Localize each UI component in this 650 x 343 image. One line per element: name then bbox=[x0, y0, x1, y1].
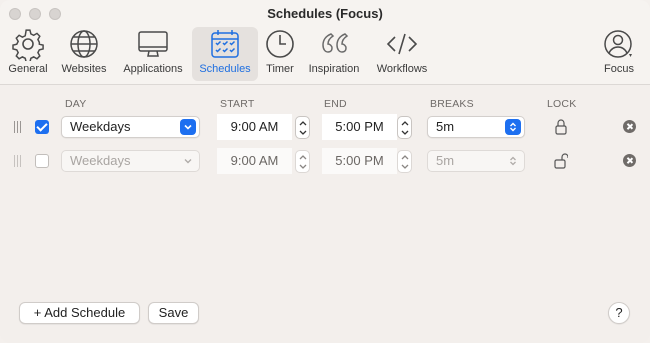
column-header-day: DAY bbox=[65, 98, 87, 110]
quote-icon bbox=[322, 33, 349, 53]
day-select[interactable]: Weekdays bbox=[61, 150, 200, 172]
tab-general-label: General bbox=[8, 63, 48, 75]
drag-handle-icon[interactable] bbox=[14, 121, 22, 133]
save-button[interactable]: Save bbox=[148, 302, 199, 324]
schedule-enabled-checkbox[interactable] bbox=[35, 154, 49, 168]
breaks-select-value: 5m bbox=[436, 153, 455, 168]
tab-applications-label: Applications bbox=[123, 63, 183, 75]
schedule-row: Weekdays 9:00 AM 5:00 PM 5m bbox=[0, 148, 650, 174]
calendar-icon bbox=[211, 30, 239, 58]
monitor-icon bbox=[138, 31, 168, 57]
breaks-select-value: 5m bbox=[436, 119, 455, 134]
lock-icon[interactable] bbox=[554, 118, 568, 136]
tab-websites[interactable]: Websites bbox=[57, 27, 111, 81]
breaks-select[interactable]: 5m bbox=[427, 116, 525, 138]
start-time-stepper[interactable] bbox=[295, 150, 310, 173]
tab-inspiration-label: Inspiration bbox=[308, 63, 360, 75]
preferences-window: Schedules (Focus) General Websites Appli… bbox=[0, 0, 650, 343]
day-select-value: Weekdays bbox=[70, 153, 131, 168]
start-time-field[interactable]: 9:00 AM bbox=[217, 148, 292, 174]
globe-icon bbox=[70, 30, 98, 58]
column-header-lock: LOCK bbox=[547, 98, 577, 110]
end-time-stepper[interactable] bbox=[397, 116, 412, 139]
chevron-down-icon bbox=[180, 119, 196, 135]
column-header-end: END bbox=[324, 98, 347, 110]
tab-schedules[interactable]: Schedules bbox=[192, 27, 258, 81]
schedule-row: Weekdays 9:00 AM 5:00 PM 5m bbox=[0, 114, 650, 140]
focus-label: Focus bbox=[604, 63, 634, 75]
column-header-breaks: BREAKS bbox=[430, 98, 474, 110]
tab-general[interactable]: General bbox=[4, 27, 52, 81]
tab-timer-label: Timer bbox=[266, 63, 294, 75]
column-header-start: START bbox=[220, 98, 255, 110]
tab-inspiration[interactable]: Inspiration bbox=[304, 27, 364, 81]
schedule-enabled-checkbox[interactable] bbox=[35, 120, 49, 134]
end-time-stepper[interactable] bbox=[397, 150, 412, 173]
unlock-icon[interactable] bbox=[554, 152, 568, 170]
day-select[interactable]: Weekdays bbox=[61, 116, 200, 138]
tab-schedules-label: Schedules bbox=[199, 63, 251, 75]
drag-handle-icon[interactable] bbox=[14, 155, 22, 167]
tab-workflows[interactable]: Workflows bbox=[372, 27, 432, 81]
chevron-updown-icon bbox=[505, 153, 521, 169]
breaks-select[interactable]: 5m bbox=[427, 150, 525, 172]
chevron-down-icon bbox=[180, 153, 196, 169]
user-icon bbox=[604, 30, 632, 58]
start-time-stepper[interactable] bbox=[295, 116, 310, 139]
help-button[interactable]: ? bbox=[608, 302, 630, 324]
end-time-field[interactable]: 5:00 PM bbox=[322, 148, 397, 174]
tab-workflows-label: Workflows bbox=[376, 63, 428, 75]
start-time-field[interactable]: 9:00 AM bbox=[217, 114, 292, 140]
toolbar: Schedules (Focus) General Websites Appli… bbox=[0, 0, 650, 85]
clock-icon bbox=[266, 30, 294, 58]
gear-icon bbox=[12, 29, 44, 61]
tab-websites-label: Websites bbox=[61, 63, 107, 75]
tab-applications[interactable]: Applications bbox=[118, 27, 188, 81]
remove-schedule-button[interactable] bbox=[623, 154, 636, 167]
day-select-value: Weekdays bbox=[70, 119, 131, 134]
end-time-field[interactable]: 5:00 PM bbox=[322, 114, 397, 140]
chevron-updown-icon bbox=[505, 119, 521, 135]
tab-timer[interactable]: Timer bbox=[261, 27, 299, 81]
focus-account-menu[interactable]: Focus bbox=[598, 27, 640, 81]
remove-schedule-button[interactable] bbox=[623, 120, 636, 133]
window-title: Schedules (Focus) bbox=[267, 6, 383, 21]
add-schedule-button[interactable]: + Add Schedule bbox=[19, 302, 140, 324]
code-icon bbox=[386, 33, 418, 55]
chevron-down-icon bbox=[629, 54, 632, 57]
